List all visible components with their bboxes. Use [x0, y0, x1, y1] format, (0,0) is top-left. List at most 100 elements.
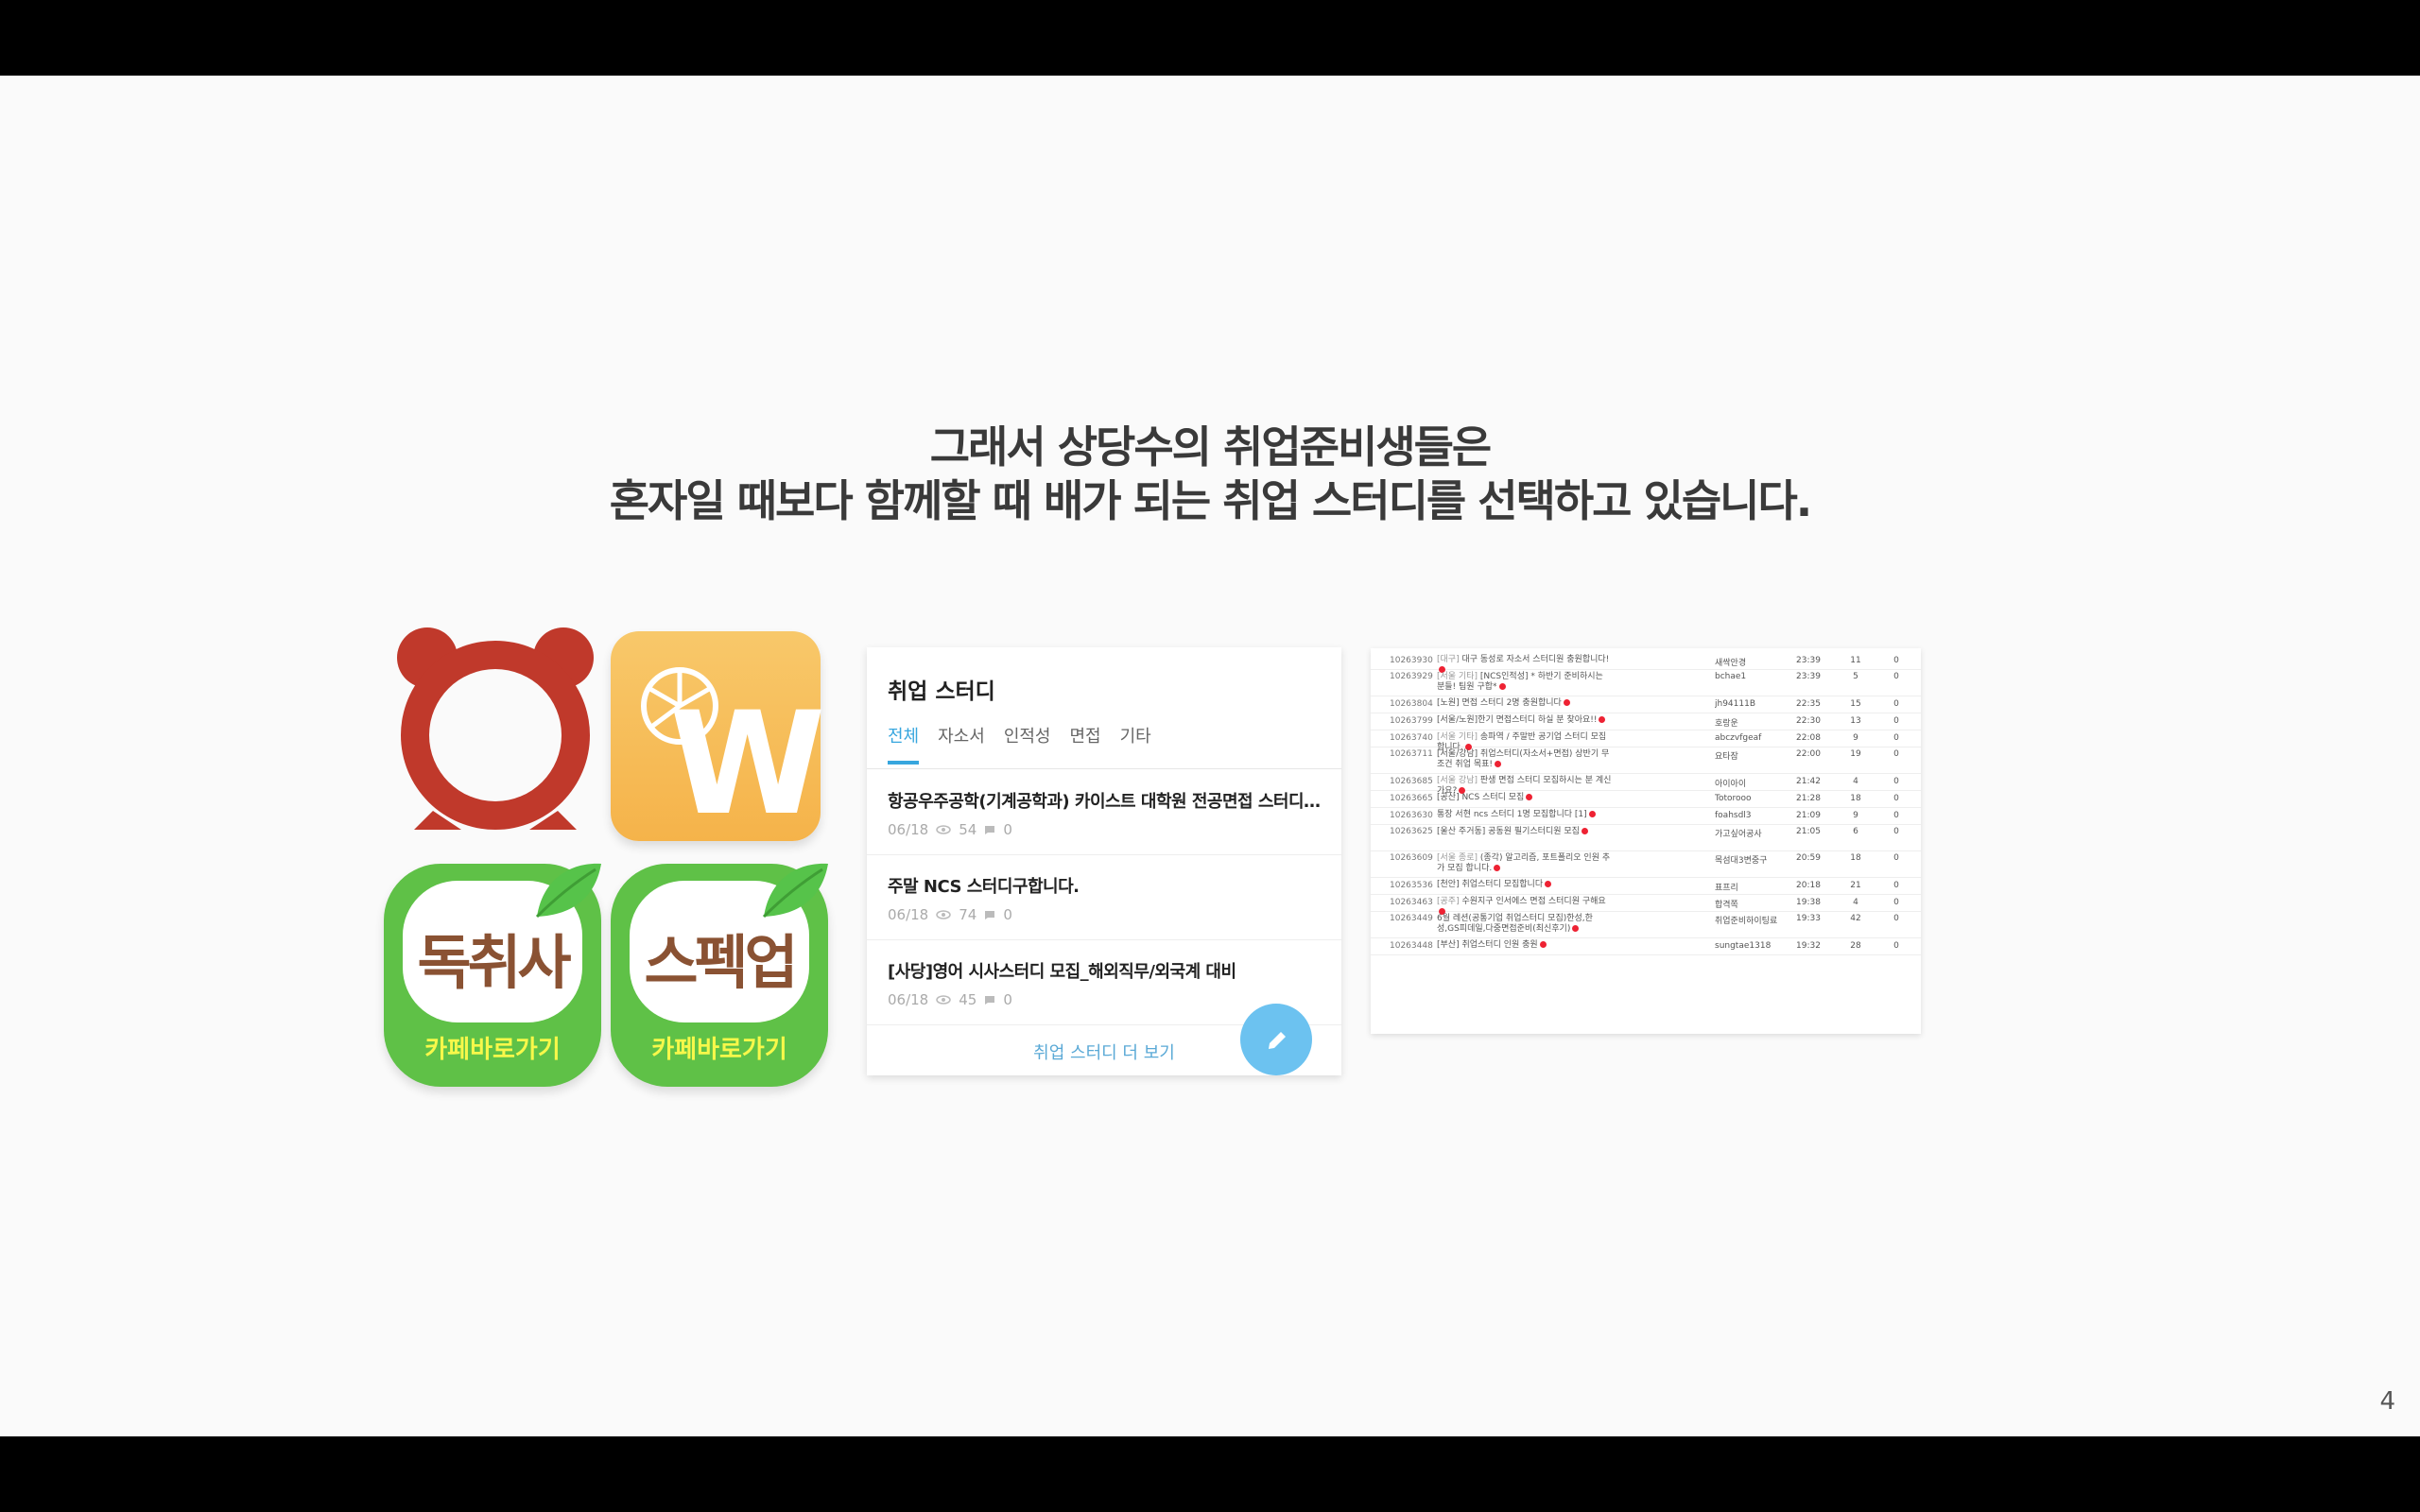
dokchwisa-cafe-button[interactable]: 독취사 카페바로가기 [384, 863, 601, 1087]
table-row[interactable]: 10263625 [울산 주거동] 공동원 필기스터디원 모집 가고싶어공사 21:… [1371, 824, 1921, 851]
row-comments: 0 [1893, 881, 1899, 890]
post-title: 항공우주공학(기계공학과) 카이스트 대학원 전공면접 스터디 구… [888, 792, 1322, 812]
row-user[interactable]: 표프리 [1715, 877, 1781, 893]
row-title[interactable]: [서울/강남] 취업스터디(자소서+면접) 상반기 무조건 취업 목표! [1437, 747, 1613, 770]
tile-cafe-link: 카페바로가기 [424, 1036, 561, 1064]
row-user[interactable]: abczvfgeaf [1715, 730, 1781, 743]
row-title-text: [노원] 면접 스터디 2명 충원합니다 [1437, 698, 1562, 708]
row-title-text: [천안] 취업스터디 모집합니다 [1437, 880, 1544, 889]
row-user[interactable]: 합격쪽 [1715, 894, 1781, 910]
row-views: 13 [1850, 716, 1861, 726]
row-views: 19 [1850, 749, 1861, 759]
table-row[interactable]: 10263463 [공주] 수원지구 인서에스 면접 스터디원 구해요 합격쪽 19:… [1371, 894, 1921, 915]
row-title-text: 통장 서현 ncs 스터디 1명 모집합니다 [1] [1437, 810, 1587, 819]
row-user[interactable]: 새싹안경 [1715, 652, 1781, 668]
row-id: 10263448 [1390, 941, 1433, 951]
row-comments: 0 [1893, 898, 1899, 907]
post-item[interactable]: 항공우주공학(기계공학과) 카이스트 대학원 전공면접 스터디 구… 06/18 5… [867, 769, 1341, 855]
row-title[interactable]: [울산 주거동] 공동원 필기스터디원 모집 [1437, 824, 1613, 837]
table-row[interactable]: 10263609 [서울 종로] (종각) 알고리즘, 포트폴리오 인원 추가 모… [1371, 850, 1921, 878]
alarm-clock-icon[interactable] [395, 626, 596, 832]
table-row[interactable]: 10263711 [서울/강남] 취업스터디(자소서+면접) 상반기 무조건 취… [1371, 747, 1921, 774]
row-title[interactable]: 통장 서현 ncs 스터디 1명 모집합니다 [1] [1437, 807, 1613, 820]
row-user[interactable]: Totorooo [1715, 790, 1781, 803]
w-letter: W [669, 682, 826, 847]
row-user[interactable]: 요타잠 [1715, 747, 1781, 762]
table-row[interactable]: 10263929 [서울 기타] [NCS인적성] * 하반기 준비하시는 분들!… [1371, 669, 1921, 696]
row-category: [서울 종로] [1437, 853, 1478, 863]
table-row[interactable]: 10263930 [대구] 대구 동성로 자소서 스터디원 충원합니다! 새싹안경 2… [1371, 652, 1921, 673]
page-number: 4 [2379, 1387, 2395, 1416]
table-row[interactable]: 10263448 [부산] 취업스터디 인원 충원 sungtae1318 19:3… [1371, 937, 1921, 955]
row-comments: 0 [1893, 827, 1899, 836]
post-title: 주말 NCS 스터디구합니다. [888, 877, 1080, 897]
row-title[interactable]: [부산] 취업스터디 인원 충원 [1437, 937, 1613, 951]
tab-3[interactable]: 인적성 [1004, 723, 1051, 765]
table-row[interactable]: 10263740 [서울 기타] 송파역 / 주말반 공기업 스터디 모집합니다.… [1371, 730, 1921, 752]
w-app-icon[interactable]: W [611, 631, 825, 841]
row-time: 20:18 [1796, 881, 1821, 890]
row-views: 28 [1850, 941, 1861, 951]
row-user[interactable]: 호랑운 [1715, 713, 1781, 729]
row-id: 10263804 [1390, 699, 1433, 709]
new-badge-icon [1495, 761, 1502, 767]
pencil-icon [1269, 1032, 1286, 1049]
row-views: 5 [1853, 672, 1858, 681]
row-user[interactable]: 취업준비하이팅료 [1715, 911, 1781, 926]
row-title[interactable]: [서울 기타] [NCS인적성] * 하반기 준비하시는 분들! 팀원 구합* [1437, 669, 1613, 693]
post-comments: 0 [1003, 991, 1012, 1008]
headline: 그래서 상당수의 취업준비생들은 혼자일 때보다 함께할 때 배가 되는 취업 … [0, 421, 2420, 528]
row-user[interactable]: sungtae1318 [1715, 937, 1781, 951]
row-title[interactable]: [천안] 취업스터디 모집합니다 [1437, 877, 1613, 890]
specup-cafe-button[interactable]: 스펙업 카페바로가기 [611, 863, 828, 1087]
post-meta: 06/18 74 0 [888, 906, 1012, 923]
row-comments: 0 [1893, 656, 1899, 665]
row-id: 10263536 [1390, 881, 1433, 890]
table-row[interactable]: 10263536 [천안] 취업스터디 모집합니다 표프리 20:18 21 0 [1371, 877, 1921, 895]
row-views: 15 [1850, 699, 1861, 709]
row-title-text: [울산 주거동] 공동원 필기스터디원 모집 [1437, 827, 1580, 836]
table-row[interactable]: 10263630 통장 서현 ncs 스터디 1명 모집합니다 [1] foahs… [1371, 807, 1921, 825]
new-badge-icon [1539, 941, 1547, 948]
row-time: 23:39 [1796, 656, 1821, 665]
table-row[interactable]: 10263665 [공산] NCS 스터디 모집 Totorooo 21:28 18 0 [1371, 790, 1921, 808]
row-title[interactable]: [노원] 면접 스터디 2명 충원합니다 [1437, 696, 1613, 709]
tab-5[interactable]: 기타 [1120, 723, 1151, 765]
row-title[interactable]: [공산] NCS 스터디 모집 [1437, 790, 1613, 803]
eye-icon [936, 995, 951, 1005]
row-title[interactable]: [서울 종로] (종각) 알고리즘, 포트폴리오 인원 추가 모집 합니다. [1437, 850, 1613, 874]
row-title[interactable]: [서울/노원]한기 면접스터디 하실 분 찾아요!! [1437, 713, 1613, 726]
row-user[interactable]: 아이아이 [1715, 773, 1781, 789]
row-time: 22:08 [1796, 733, 1821, 743]
headline-line-1: 그래서 상당수의 취업준비생들은 [929, 421, 1493, 472]
row-user[interactable]: 가고싶어공사 [1715, 824, 1781, 839]
row-id: 10263449 [1390, 914, 1433, 923]
new-badge-icon [1572, 925, 1580, 932]
comment-icon [984, 995, 995, 1005]
row-time: 23:39 [1796, 672, 1821, 681]
row-user[interactable]: jh94111B [1715, 696, 1781, 709]
table-row[interactable]: 10263799 [서울/노원]한기 면접스터디 하실 분 찾아요!! 호랑운 22… [1371, 713, 1921, 730]
tab-1[interactable]: 전체 [888, 723, 920, 765]
tab-4[interactable]: 면접 [1070, 723, 1101, 765]
alarm-clock-icon-graphic [397, 627, 594, 830]
row-user[interactable]: foahsdl3 [1715, 807, 1781, 820]
row-views: 4 [1853, 898, 1858, 907]
card-tabs: 전체 자소서 인적성 면접 기타 [888, 723, 1151, 765]
row-views: 18 [1850, 794, 1861, 803]
tab-2[interactable]: 자소서 [938, 723, 985, 765]
row-id: 10263463 [1390, 898, 1433, 907]
table-row[interactable]: 10263685 [서울 강남] 판생 면접 스터디 모집하시는 분 계신가요? 아… [1371, 773, 1921, 796]
table-row[interactable]: 10263449 6월 레션(공통기업 취업스터디 모집)한성,한성,GS피데일… [1371, 911, 1921, 938]
post-comments: 0 [1003, 906, 1012, 923]
row-id: 10263799 [1390, 716, 1433, 726]
row-user[interactable]: bchae1 [1715, 669, 1781, 681]
row-comments: 0 [1893, 733, 1899, 743]
table-row[interactable]: 10263804 [노원] 면접 스터디 2명 충원합니다 jh94111B 22:… [1371, 696, 1921, 713]
write-post-button[interactable] [1240, 1004, 1312, 1075]
row-comments: 0 [1893, 716, 1899, 726]
row-title[interactable]: 6월 레션(공통기업 취업스터디 모집)한성,한성,GS피데일,다중면접준비(최… [1437, 911, 1613, 935]
post-item[interactable]: 주말 NCS 스터디구합니다. 06/18 74 0 [867, 854, 1341, 940]
row-user[interactable]: 목섬대3변중구 [1715, 850, 1781, 866]
row-views: 4 [1853, 777, 1858, 786]
